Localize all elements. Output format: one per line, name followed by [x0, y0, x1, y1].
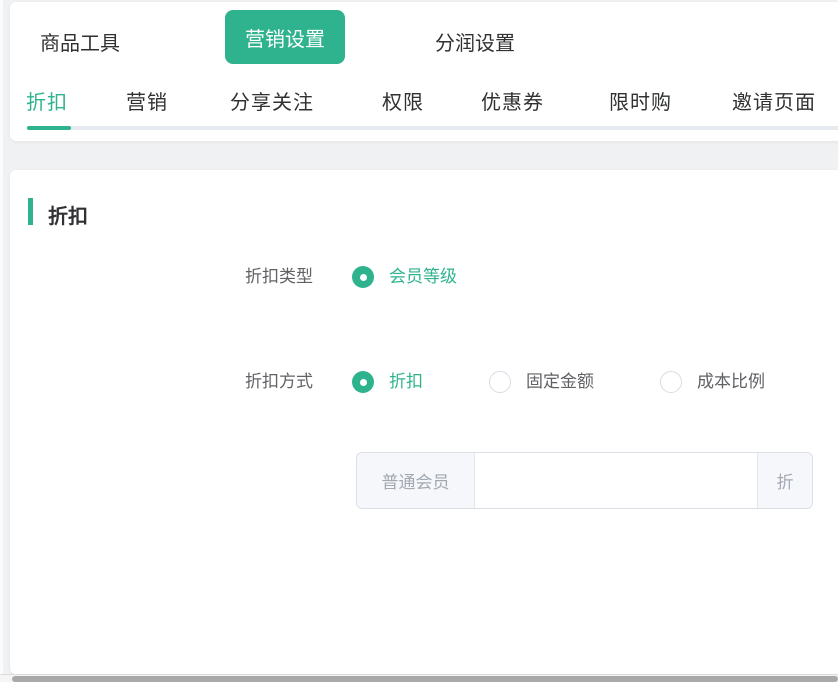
sub-tab-discount[interactable]: 折扣: [26, 86, 68, 115]
radio-unselected-icon: [489, 371, 511, 393]
horizontal-scrollbar: [0, 674, 838, 682]
sub-tab-invite-page[interactable]: 邀请页面: [732, 86, 816, 115]
section-accent-bar: [28, 198, 33, 225]
radio-member-level[interactable]: 会员等级: [352, 265, 457, 289]
sub-tab-flash-sale[interactable]: 限时购: [609, 86, 672, 115]
radio-cost-ratio[interactable]: 成本比例: [660, 370, 765, 394]
radio-cost-ratio-label: 成本比例: [697, 370, 765, 394]
sub-tab-share-follow[interactable]: 分享关注: [230, 86, 314, 115]
radio-fixed-amount-label: 固定金额: [526, 370, 594, 394]
input-suffix-unit: 折: [757, 453, 812, 508]
horizontal-scrollbar-thumb[interactable]: [12, 676, 838, 682]
discount-type-radio-group: 会员等级: [352, 265, 457, 289]
content-card: 折扣 折扣类型 会员等级 折扣方式 折扣 固定金额 成本比例: [10, 170, 838, 674]
top-tab-marketing-settings-label: 营销设置: [245, 23, 325, 52]
discount-method-label: 折扣方式: [10, 370, 313, 394]
sub-tab-track: [27, 126, 838, 130]
radio-selected-icon: [352, 371, 374, 393]
discount-method-radio-group: 折扣 固定金额 成本比例: [352, 370, 765, 394]
radio-selected-icon: [352, 266, 374, 288]
sub-tab-permissions[interactable]: 权限: [382, 86, 424, 115]
page-left-edge: [0, 0, 3, 682]
radio-fixed-amount[interactable]: 固定金额: [489, 370, 594, 394]
tabs-card: 商品工具 营销设置 分润设置 折扣 营销 分享关注 权限 优惠券 限时购 邀请页…: [10, 2, 838, 141]
sub-tab-active-indicator: [27, 126, 71, 130]
discount-value-input[interactable]: [475, 453, 757, 508]
top-tab-product-tools[interactable]: 商品工具: [40, 27, 120, 56]
radio-member-level-label: 会员等级: [389, 265, 457, 289]
sub-tab-marketing[interactable]: 营销: [126, 86, 168, 115]
discount-type-label: 折扣类型: [10, 265, 313, 289]
section-title: 折扣: [48, 200, 88, 229]
sub-tab-coupons[interactable]: 优惠券: [481, 86, 544, 115]
input-prefix-member-tier: 普通会员: [357, 453, 475, 508]
radio-discount[interactable]: 折扣: [352, 370, 423, 394]
radio-unselected-icon: [660, 371, 682, 393]
discount-input-group: 普通会员 折: [356, 452, 813, 509]
radio-discount-label: 折扣: [389, 370, 423, 394]
top-tab-profit-settings[interactable]: 分润设置: [435, 27, 515, 56]
top-tab-marketing-settings[interactable]: 营销设置: [225, 10, 345, 64]
